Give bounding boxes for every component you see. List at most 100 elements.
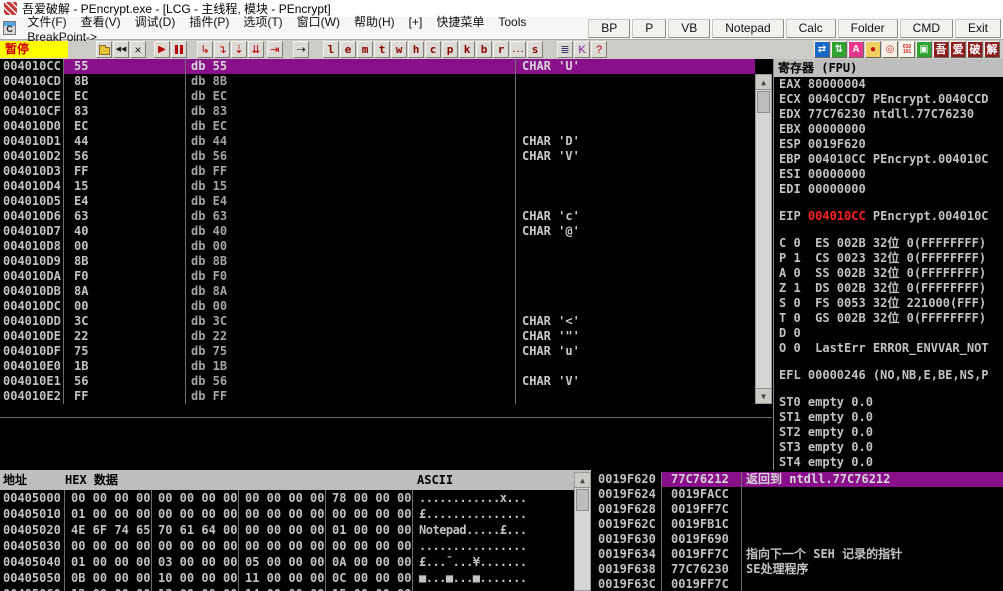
goto-icon[interactable]: ⇢ — [293, 41, 309, 58]
folder-button[interactable]: Folder — [838, 19, 898, 38]
disasm-row[interactable]: 004010D144db 44CHAR 'D' — [0, 134, 755, 149]
register-line[interactable]: EBX 00000000 — [774, 122, 1003, 137]
register-line[interactable]: O 0 LastErr ERROR_ENVVAR_NOT — [774, 341, 1003, 356]
bp-button[interactable]: BP — [588, 19, 630, 38]
register-line[interactable]: P 1 CS 0023 32位 0(FFFFFFFF) — [774, 251, 1003, 266]
disasm-row[interactable]: 004010E2FFdb FF — [0, 389, 755, 404]
log-window-button[interactable]: l — [323, 41, 339, 58]
register-line[interactable]: ST2 empty 0.0 — [774, 425, 1003, 440]
register-line[interactable]: Z 1 DS 002B 32位 0(FFFFFFFF) — [774, 281, 1003, 296]
register-line[interactable]: ECX 0040CCD7 PEncrypt.0040CCD — [774, 92, 1003, 107]
disasm-row[interactable]: 004010DAF0db F0 — [0, 269, 755, 284]
cpu-button[interactable]: c — [425, 41, 441, 58]
trace-into-icon[interactable]: ⇣ — [231, 41, 247, 58]
wu-cn-button[interactable]: 吾 — [933, 41, 949, 58]
cmd-button[interactable]: CMD — [900, 19, 953, 38]
disasm-row[interactable]: 004010CEECdb EC — [0, 89, 755, 104]
windows-button[interactable]: w — [391, 41, 407, 58]
register-line[interactable]: EDI 00000000 — [774, 182, 1003, 197]
menu-item-help[interactable]: 帮助(H) — [347, 13, 402, 30]
menu-item-view[interactable]: 查看(V) — [74, 13, 128, 30]
dump-row[interactable]: 0040503000 00 00 0000 00 00 0000 00 00 0… — [0, 538, 573, 554]
disasm-row[interactable]: 004010CC55db 55CHAR 'U' — [0, 59, 755, 74]
source-button[interactable]: s — [527, 41, 543, 58]
dump-row[interactable]: 0040501001 00 00 0000 00 00 0000 00 00 0… — [0, 506, 573, 522]
register-line[interactable]: EBP 004010CC PEncrypt.004010C — [774, 152, 1003, 167]
dump-row[interactable]: 004050204E 6F 74 6570 61 64 0000 00 00 0… — [0, 522, 573, 538]
register-line[interactable]: D 0 — [774, 326, 1003, 341]
disasm-row[interactable]: 004010DC00db 00 — [0, 299, 755, 314]
binary-010-icon[interactable]: 010 101 — [899, 41, 915, 58]
pause-icon[interactable] — [171, 41, 187, 58]
menu-item-window[interactable]: 窗口(W) — [290, 13, 347, 30]
scroll-up-icon[interactable] — [756, 75, 771, 90]
run-trace-button[interactable]: ... — [510, 41, 526, 58]
stack-row[interactable]: 0019F6340019FF7C指向下一个 SEH 记录的指针 — [591, 547, 1003, 562]
restart-icon[interactable]: ◀◀ — [113, 41, 129, 58]
register-line[interactable]: ST4 empty 0.0 — [774, 455, 1003, 470]
play-icon[interactable]: ▶ — [154, 41, 170, 58]
scroll-thumb[interactable] — [576, 489, 589, 511]
exit-button[interactable]: Exit — [955, 19, 1001, 38]
ai-cn-button[interactable]: 爱 — [950, 41, 966, 58]
stack-row[interactable]: 0019F6280019FF7C — [591, 502, 1003, 517]
menu-item-tools[interactable]: Tools — [491, 15, 533, 29]
trace-over-icon[interactable]: ⇊ — [248, 41, 264, 58]
disasm-row[interactable]: 004010D0ECdb EC — [0, 119, 755, 134]
disasm-row[interactable]: 004010D3FFdb FF — [0, 164, 755, 179]
letter-a-icon[interactable]: A — [848, 41, 864, 58]
disasm-row[interactable]: 004010E01Bdb 1B — [0, 359, 755, 374]
disasm-row[interactable]: 004010D415db 15 — [0, 179, 755, 194]
menu-item-debug[interactable]: 调试(D) — [128, 13, 183, 30]
disasm-row[interactable]: 004010E156db 56CHAR 'V' — [0, 374, 755, 389]
register-line[interactable]: ST0 empty 0.0 — [774, 395, 1003, 410]
register-line[interactable]: ESI 00000000 — [774, 167, 1003, 182]
call-stack-button[interactable]: k — [459, 41, 475, 58]
stack-row[interactable]: 0019F63C0019FF7C — [591, 577, 1003, 591]
options-list-icon[interactable]: ≣ — [557, 41, 573, 58]
stack-row[interactable]: 0019F6300019F690 — [591, 532, 1003, 547]
disasm-row[interactable]: 004010D663db 63CHAR 'c' — [0, 209, 755, 224]
register-line[interactable]: ST3 empty 0.0 — [774, 440, 1003, 455]
register-line[interactable]: EFL 00000246 (NO,NB,E,BE,NS,P — [774, 368, 1003, 383]
menu-item-quick-menu[interactable]: 快捷菜单 — [429, 13, 491, 30]
disasm-row[interactable]: 004010DE22db 22CHAR '"' — [0, 329, 755, 344]
register-line[interactable]: C 0 ES 002B 32位 0(FFFFFFFF) — [774, 236, 1003, 251]
dump-scrollbar[interactable] — [574, 472, 591, 591]
disasm-row[interactable]: 004010D98Bdb 8B — [0, 254, 755, 269]
register-line[interactable]: ESP 0019F620 — [774, 137, 1003, 152]
register-line[interactable]: EAX 80000004 — [774, 77, 1003, 92]
register-line[interactable]: EDX 77C76230 ntdll.77C76230 — [774, 107, 1003, 122]
stack-row[interactable]: 0019F6240019FACC — [591, 487, 1003, 502]
register-line[interactable]: T 0 GS 002B 32位 0(FFFFFFFF) — [774, 311, 1003, 326]
register-line[interactable]: S 0 FS 0053 32位 221000(FFF) — [774, 296, 1003, 311]
stack-row[interactable]: 0019F62077C76212返回到 ntdll.77C76212 — [591, 472, 1003, 487]
green-book-icon[interactable]: ▣ — [916, 41, 932, 58]
swap-arrows-icon[interactable]: ⇄ — [814, 41, 830, 58]
disasm-row[interactable]: 004010CD8Bdb 8B — [0, 74, 755, 89]
po-cn-button[interactable]: 破 — [967, 41, 983, 58]
up-down-arrows-icon[interactable]: ⇅ — [831, 41, 847, 58]
register-line[interactable]: A 0 SS 002B 32位 0(FFFFFFFF) — [774, 266, 1003, 281]
stack-row[interactable]: 0019F62C0019FB1C — [591, 517, 1003, 532]
dump-row[interactable]: 0040500000 00 00 0000 00 00 0000 00 00 0… — [0, 490, 573, 506]
disasm-row[interactable]: 004010CF83db 83 — [0, 104, 755, 119]
k-plugin-icon[interactable]: K — [574, 41, 590, 58]
child-window-icon[interactable]: C — [3, 21, 16, 35]
threads-button[interactable]: t — [374, 41, 390, 58]
scroll-down-icon[interactable] — [756, 388, 771, 403]
references-button[interactable]: r — [493, 41, 509, 58]
breakpoints-button[interactable]: b — [476, 41, 492, 58]
register-line[interactable]: ST1 empty 0.0 — [774, 410, 1003, 425]
disasm-row[interactable]: 004010D800db 00 — [0, 239, 755, 254]
menu-item-plugins[interactable]: 插件(P) — [182, 13, 236, 30]
notepad-button[interactable]: Notepad — [712, 19, 783, 38]
disasm-row[interactable]: 004010DD3Cdb 3CCHAR '<' — [0, 314, 755, 329]
step-into-icon[interactable]: ↳ — [197, 41, 213, 58]
vb-button[interactable]: VB — [668, 19, 710, 38]
disasm-row[interactable]: 004010DB8Adb 8A — [0, 284, 755, 299]
disassembly-scrollbar[interactable] — [755, 74, 772, 404]
dump-row[interactable]: 0040506012 00 00 0013 00 00 0014 00 00 0… — [0, 586, 573, 591]
register-line[interactable]: EIP 004010CC PEncrypt.004010C — [774, 209, 1003, 224]
spiral-icon[interactable]: ◎ — [882, 41, 898, 58]
